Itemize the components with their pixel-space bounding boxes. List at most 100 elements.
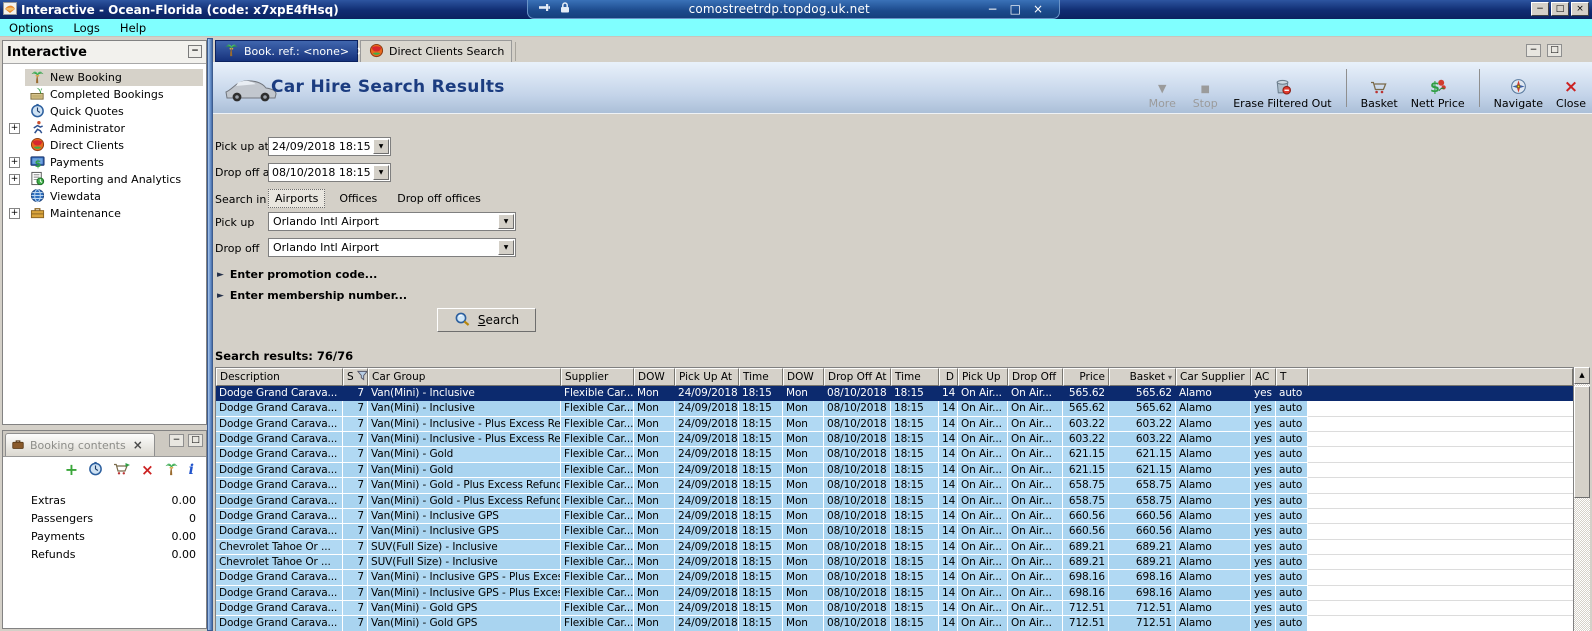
result-row-9[interactable]: Dodge Grand Carava... 7 Van(Mini) - Inclus…	[216, 524, 1573, 540]
cart-arrow-icon[interactable]	[113, 461, 131, 479]
column-header-drop-off-at-8[interactable]: Drop Off At	[824, 368, 891, 386]
result-row-11[interactable]: Chevrolet Tahoe Or ... 7 SUV(Full Size) - …	[216, 554, 1573, 571]
sidebar-collapse-button[interactable]: −	[188, 45, 202, 58]
column-header-drop-off-12[interactable]: Drop Off	[1008, 368, 1063, 386]
sidebar-item-viewdata[interactable]: Viewdata	[3, 188, 206, 205]
promotion-code-expander[interactable]: ► Enter promotion code...	[217, 268, 377, 281]
window-close-button[interactable]: ×	[1571, 2, 1589, 16]
search-button[interactable]: Search	[437, 308, 536, 332]
result-row-7[interactable]: Dodge Grand Carava... 7 Van(Mini) - Gold -…	[216, 493, 1573, 509]
menu-options[interactable]: Options	[9, 21, 53, 35]
drop-off-combobox[interactable]: Orlando Intl Airport ▼	[268, 238, 516, 257]
pick-up-dropdown-button[interactable]: ▼	[498, 214, 514, 229]
column-header-pick-up-at-5[interactable]: Pick Up At	[675, 368, 739, 386]
sidebar-item-maintenance[interactable]: + Maintenance	[3, 205, 206, 222]
sidebar-item-quick-quotes[interactable]: Quick Quotes	[3, 103, 206, 120]
result-row-12[interactable]: Dodge Grand Carava... 7 Van(Mini) - Inclus…	[216, 570, 1573, 586]
column-header-time-6[interactable]: Time	[739, 368, 783, 386]
palm-icon[interactable]	[164, 461, 179, 479]
result-row-15[interactable]: Dodge Grand Carava... 7 Van(Mini) - Gold G…	[216, 616, 1573, 631]
pick-up-at-dropdown-button[interactable]: ▼	[373, 139, 389, 154]
result-row-13[interactable]: Dodge Grand Carava... 7 Van(Mini) - Inclus…	[216, 585, 1573, 602]
rdp-restore-button[interactable]: □	[1010, 2, 1021, 16]
expand-icon[interactable]: +	[9, 174, 20, 185]
column-header-s-1[interactable]: S	[343, 368, 368, 386]
add-item-button[interactable]: +	[65, 462, 78, 478]
booking-contents-minimize-button[interactable]: −	[169, 434, 184, 447]
search-in-offices[interactable]: Offices	[333, 190, 383, 207]
vertical-scrollbar[interactable]: ▲	[1573, 367, 1590, 631]
window-restore-button[interactable]: □	[1551, 2, 1569, 16]
result-row-8[interactable]: Dodge Grand Carava... 7 Van(Mini) - Inclus…	[216, 508, 1573, 525]
expand-icon[interactable]: +	[9, 208, 20, 219]
pick-up-combobox[interactable]: Orlando Intl Airport ▼	[268, 212, 516, 231]
scrollbar-thumb[interactable]	[1574, 386, 1590, 498]
info-button[interactable]: i	[189, 462, 194, 478]
result-row-1[interactable]: Dodge Grand Carava... 7 Van(Mini) - Inclus…	[216, 401, 1573, 417]
rdp-minimize-button[interactable]: −	[988, 2, 998, 16]
search-in-airports[interactable]: Airports	[268, 189, 326, 208]
pin-icon[interactable]	[538, 1, 551, 17]
membership-number-expander[interactable]: ► Enter membership number...	[217, 289, 407, 302]
sidebar-item-payments[interactable]: + $ Payments	[3, 154, 206, 171]
cell-car-supplier-15: Alamo	[1176, 416, 1251, 433]
erase-filtered-out-button[interactable]: Erase Filtered Out	[1233, 76, 1332, 110]
search-in-options: Airports Offices Drop off offices	[268, 189, 487, 208]
column-header-dow-4[interactable]: DOW	[634, 368, 675, 386]
basket-button[interactable]: Basket	[1361, 76, 1398, 110]
expand-icon[interactable]: +	[9, 123, 20, 134]
sidebar-item-new-booking[interactable]: New Booking	[3, 69, 206, 86]
menu-logs[interactable]: Logs	[73, 21, 100, 35]
column-header-car-group-2[interactable]: Car Group	[368, 368, 561, 386]
cell-pick-up-11: On Air...	[958, 478, 1008, 494]
drop-off-dropdown-button[interactable]: ▼	[498, 240, 514, 255]
result-row-3[interactable]: Dodge Grand Carava... 7 Van(Mini) - Inclus…	[216, 432, 1573, 448]
result-row-0[interactable]: Dodge Grand Carava... 7 Van(Mini) - Inclus…	[216, 386, 1573, 402]
tab-direct-clients-search[interactable]: Direct Clients Search	[360, 40, 512, 62]
main-maximize-button[interactable]: □	[1547, 44, 1562, 57]
cell-s-1: 7	[343, 493, 368, 509]
result-row-10[interactable]: Chevrolet Tahoe Or ... 7 SUV(Full Size) - …	[216, 539, 1573, 555]
nett-price-button[interactable]: $ Nett Price	[1411, 76, 1465, 110]
column-header-time-9[interactable]: Time	[891, 368, 939, 386]
search-in-drop-off-offices[interactable]: Drop off offices	[391, 190, 487, 207]
sidebar-item-reporting-and-analytics[interactable]: + Reporting and Analytics	[3, 171, 206, 188]
delete-item-button[interactable]: ×	[141, 463, 154, 478]
booking-contents-maximize-button[interactable]: □	[188, 434, 203, 447]
column-header-d-10[interactable]: D	[939, 368, 958, 386]
result-row-4[interactable]: Dodge Grand Carava... 7 Van(Mini) - Gold Fl…	[216, 447, 1573, 463]
result-row-14[interactable]: Dodge Grand Carava... 7 Van(Mini) - Gold G…	[216, 601, 1573, 617]
tab-booking-ref[interactable]: Book. ref.: <none> ×	[215, 40, 366, 62]
sidebar-item-direct-clients[interactable]: Direct Clients	[3, 137, 206, 154]
close-button[interactable]: × Close	[1556, 76, 1586, 111]
menu-help[interactable]: Help	[120, 21, 146, 35]
column-header-car-supplier-15[interactable]: Car Supplier	[1176, 368, 1251, 386]
booking-contents-close-icon[interactable]: ×	[133, 438, 143, 452]
sidebar-item-administrator[interactable]: + Administrator	[3, 120, 206, 137]
column-header-price-13[interactable]: Price	[1063, 368, 1109, 386]
refresh-clock-icon[interactable]	[88, 461, 103, 479]
column-header-description-0[interactable]: Description	[216, 368, 343, 386]
drop-off-at-dropdown-button[interactable]: ▼	[373, 165, 389, 180]
result-row-2[interactable]: Dodge Grand Carava... 7 Van(Mini) - Inclus…	[216, 416, 1573, 433]
main-minimize-button[interactable]: −	[1526, 44, 1541, 57]
drop-off-at-input[interactable]	[269, 165, 373, 180]
column-header-dow-7[interactable]: DOW	[783, 368, 824, 386]
expand-icon[interactable]: +	[9, 157, 20, 168]
pick-up-at-input[interactable]	[269, 139, 373, 154]
result-row-5[interactable]: Dodge Grand Carava... 7 Van(Mini) - Gold Fl…	[216, 462, 1573, 479]
result-row-6[interactable]: Dodge Grand Carava... 7 Van(Mini) - Gold -…	[216, 478, 1573, 494]
column-header-pick-up-11[interactable]: Pick Up	[958, 368, 1008, 386]
filter-funnel-icon[interactable]	[356, 370, 367, 384]
sidebar-item-completed-bookings[interactable]: Completed Bookings	[3, 86, 206, 103]
column-header-basket-14[interactable]: Basket ▾	[1109, 368, 1176, 386]
navigate-button[interactable]: Navigate	[1494, 76, 1543, 110]
booking-contents-tab[interactable]: Booking contents ×	[5, 433, 155, 456]
column-header-supplier-3[interactable]: Supplier	[561, 368, 634, 386]
window-minimize-button[interactable]: −	[1531, 2, 1549, 16]
dock-splitter[interactable]	[207, 38, 213, 631]
column-header-ac-16[interactable]: AC	[1251, 368, 1276, 386]
rdp-close-button[interactable]: ×	[1033, 2, 1043, 16]
scroll-up-button[interactable]: ▲	[1574, 367, 1590, 384]
column-header-t-17[interactable]: T	[1276, 368, 1308, 386]
